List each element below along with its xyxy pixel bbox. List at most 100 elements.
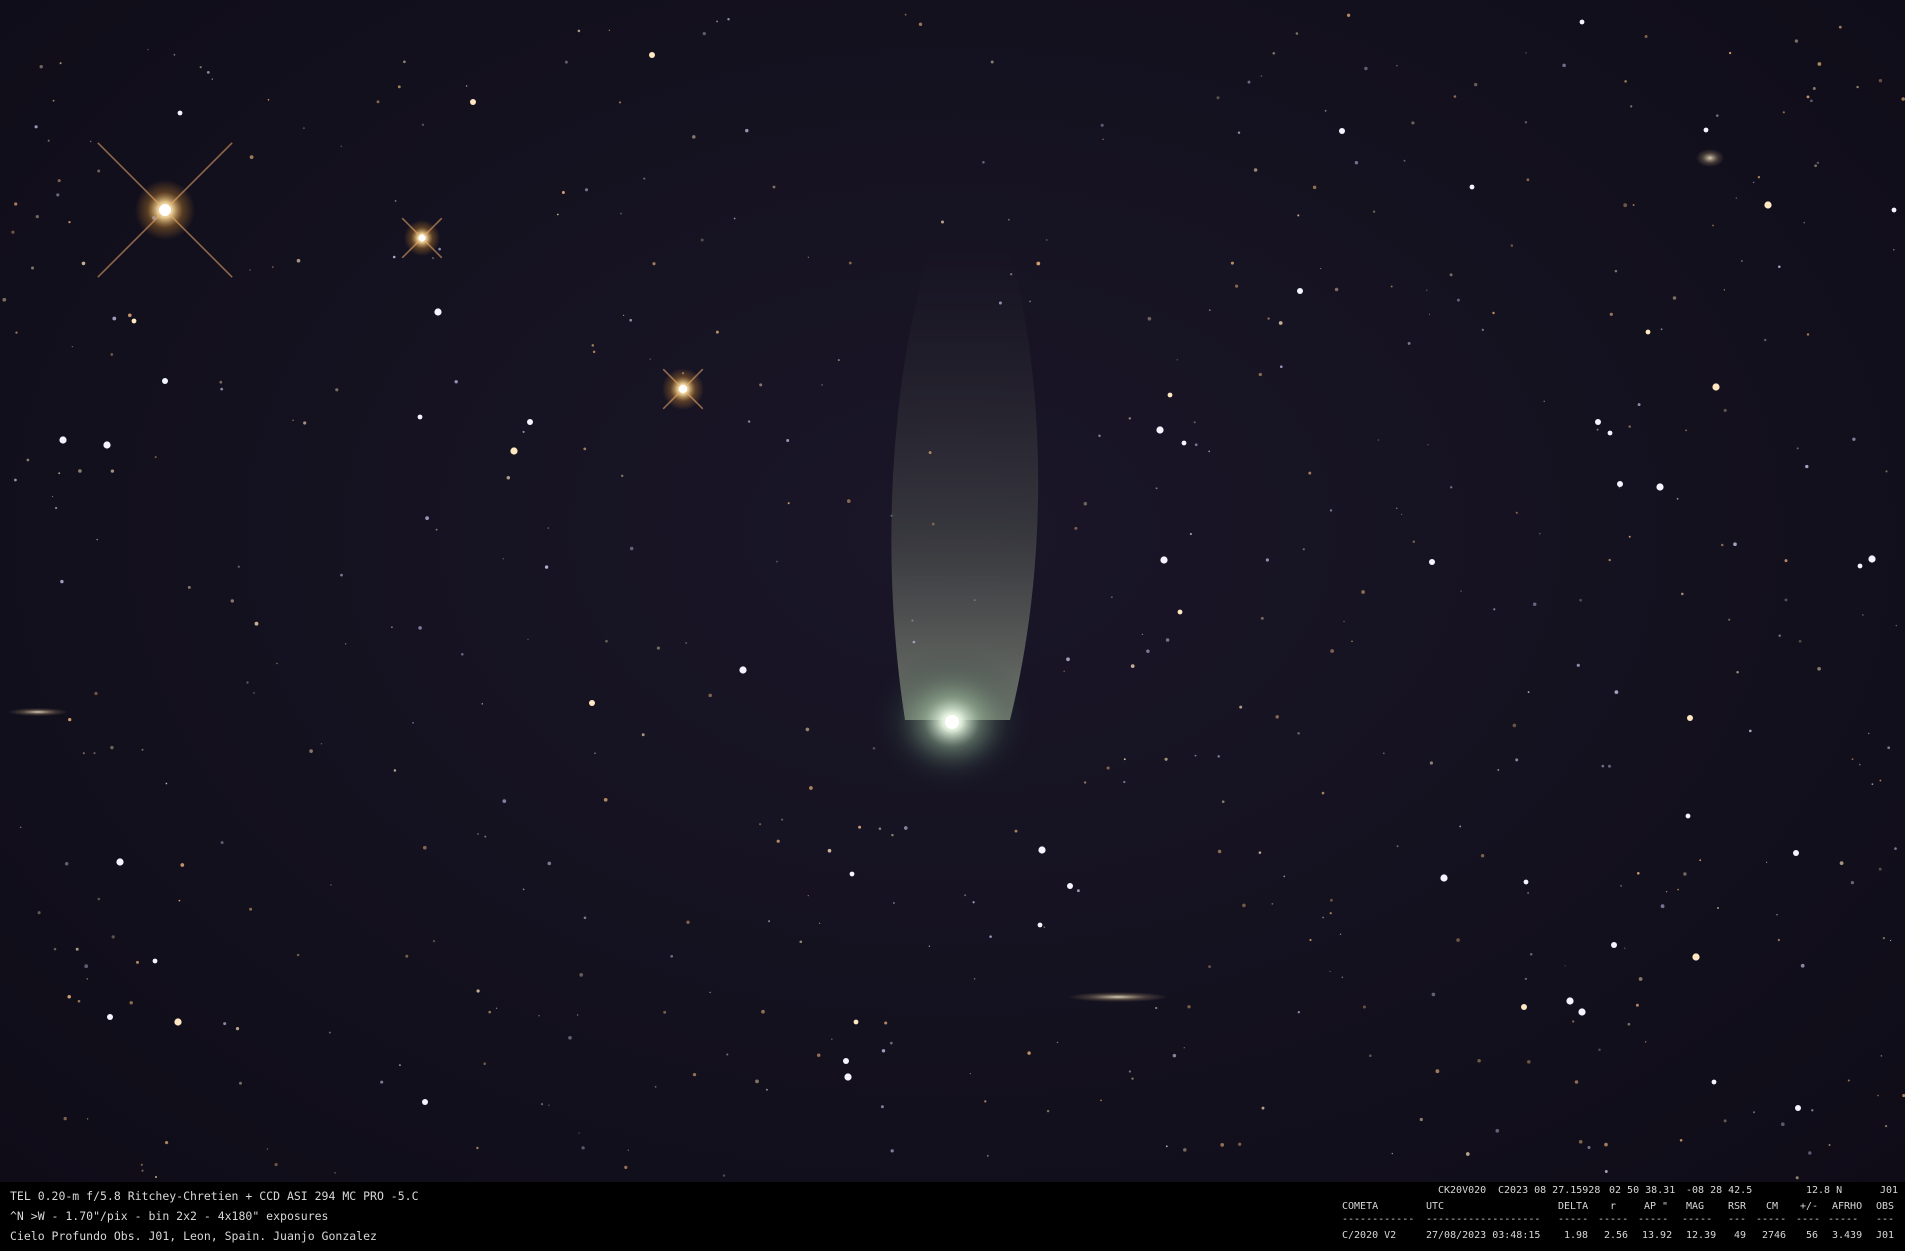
faint-star [1208, 450, 1211, 453]
faint-star [495, 1007, 498, 1009]
faint-star [649, 358, 651, 360]
faint-star [13, 478, 17, 482]
faint-star [1036, 261, 1041, 266]
faint-star [219, 380, 223, 384]
star [843, 1058, 849, 1064]
faint-star [889, 1041, 893, 1045]
faint-star [1260, 75, 1263, 77]
faint-star [253, 692, 255, 694]
star [1469, 184, 1475, 190]
star [1067, 883, 1073, 889]
faint-star [872, 746, 876, 750]
faint-star [64, 862, 69, 866]
faint-star [620, 212, 622, 215]
faint-star [1800, 963, 1805, 968]
faint-star [1297, 1011, 1300, 1014]
faint-star [267, 99, 270, 101]
faint-star [878, 827, 882, 830]
faint-star [89, 140, 92, 143]
col-cm: CM [1766, 1201, 1779, 1212]
faint-star [1812, 87, 1816, 90]
faint-star [1377, 439, 1380, 441]
sep: ----- [1598, 1214, 1629, 1225]
faint-star [708, 693, 712, 698]
faint-star [1644, 35, 1648, 38]
faint-star [1637, 403, 1641, 407]
faint-star [1083, 781, 1087, 784]
faint-star [556, 213, 559, 216]
faint-star [1885, 470, 1888, 473]
faint-star [685, 642, 688, 644]
faint-star [1351, 640, 1353, 642]
faint-star [1601, 764, 1605, 768]
sky-canvas [2, 13, 1905, 1180]
star [174, 1018, 182, 1026]
faint-star [1720, 543, 1724, 547]
faint-star [187, 585, 191, 589]
faint-star [755, 1079, 759, 1084]
faint-star [1672, 296, 1677, 300]
star [1868, 555, 1876, 563]
faint-star [67, 994, 71, 999]
faint-star [1877, 1094, 1879, 1097]
faint-star [1183, 1148, 1187, 1152]
faint-star [805, 727, 810, 732]
faint-star [1810, 99, 1813, 103]
faint-star [1230, 261, 1234, 265]
faint-star [663, 1010, 667, 1014]
faint-star [629, 546, 634, 551]
caption-line-observatory: Cielo Profundo Obs. J01, Leon, Spain. Ju… [10, 1229, 377, 1243]
faint-star [624, 1165, 628, 1169]
faint-star [82, 752, 85, 755]
star [1037, 922, 1043, 928]
faint-star [502, 557, 505, 560]
faint-star [1123, 780, 1126, 784]
faint-star [454, 380, 458, 384]
faint-star [84, 964, 89, 969]
faint-star [941, 220, 944, 224]
faint-star [1627, 1022, 1631, 1026]
faint-star [1368, 1054, 1372, 1058]
faint-star [435, 528, 438, 531]
star [1617, 481, 1623, 487]
faint-star [1753, 1111, 1755, 1114]
faint-star [78, 469, 82, 473]
faint-star [931, 522, 935, 526]
faint-star [112, 316, 117, 321]
faint-star [603, 797, 608, 802]
faint-star [1895, 624, 1898, 627]
faint-star [1717, 907, 1719, 909]
faint-star [1411, 121, 1415, 125]
star [649, 52, 655, 58]
faint-star [964, 894, 967, 897]
faint-star [1614, 269, 1618, 273]
faint-star [1141, 633, 1144, 636]
faint-star [128, 313, 132, 318]
faint-star [578, 1132, 580, 1134]
faint-star [376, 100, 380, 104]
faint-star [1271, 903, 1274, 905]
faint-star [1043, 926, 1046, 929]
faint-star [1527, 892, 1529, 894]
star [1764, 201, 1772, 209]
bright-star [97, 142, 233, 278]
faint-star [1128, 1070, 1132, 1073]
ephemeris-separators: ------------ ------------------- ----- -… [1338, 1215, 1898, 1228]
faint-star [11, 230, 15, 234]
obs-date: C2023 08 27.15928 [1498, 1185, 1601, 1196]
faint-star [57, 179, 61, 183]
faint-star [1010, 273, 1013, 276]
faint-star [1029, 300, 1032, 303]
faint-star [807, 894, 809, 897]
faint-star [141, 1169, 144, 1172]
faint-star [484, 835, 487, 838]
faint-star [1811, 1109, 1814, 1112]
faint-star [34, 125, 38, 129]
faint-star [1238, 1142, 1242, 1146]
right-ascension: 02 50 38.31 [1609, 1185, 1676, 1196]
faint-star [1066, 657, 1070, 662]
faint-star [1449, 273, 1453, 277]
faint-star [1660, 904, 1665, 909]
faint-star [1216, 96, 1220, 100]
faint-star [246, 681, 249, 684]
